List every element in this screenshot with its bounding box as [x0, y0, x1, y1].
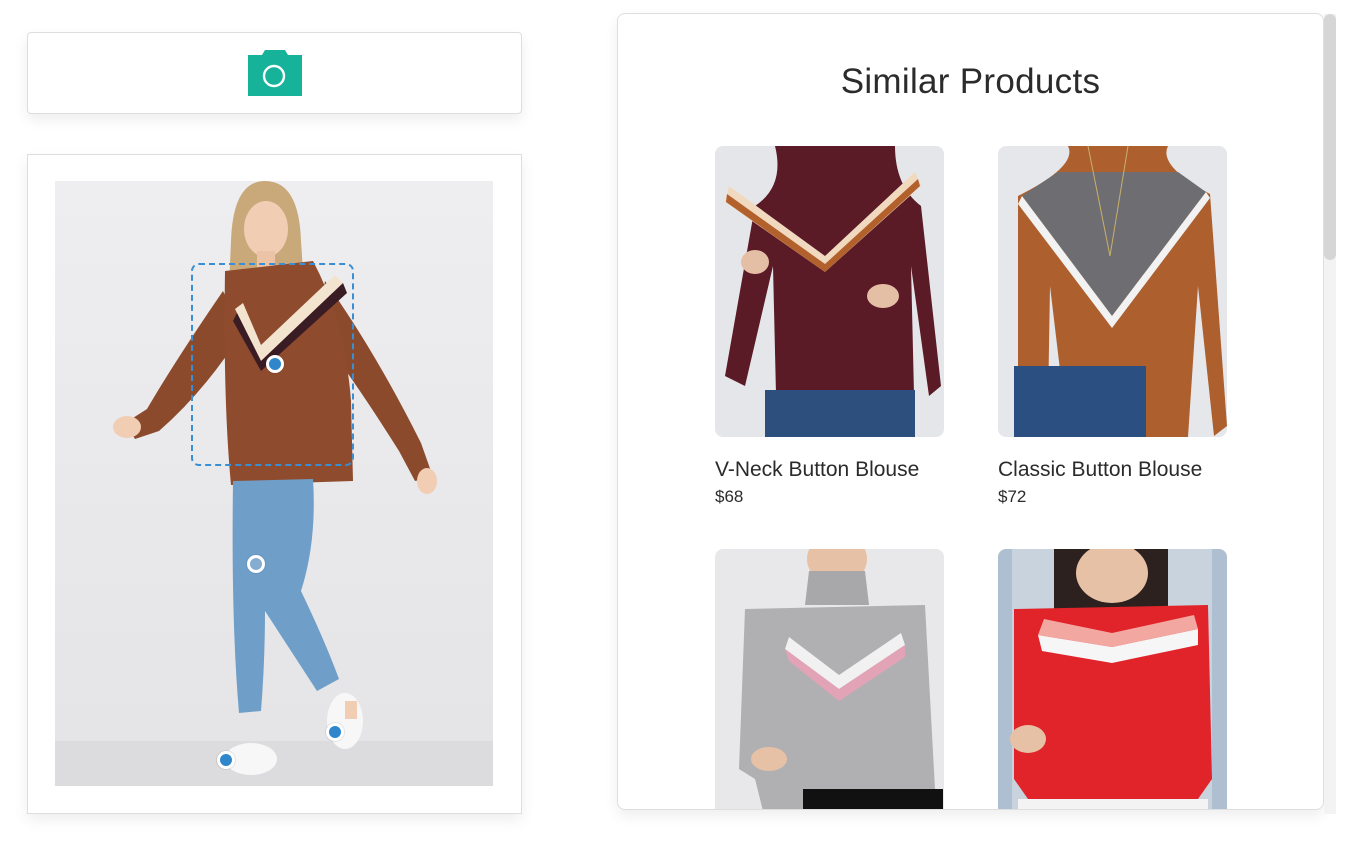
product-image[interactable]	[998, 549, 1227, 809]
top-hotspot[interactable]	[266, 355, 284, 373]
product-card[interactable]	[998, 549, 1227, 809]
product-image[interactable]	[715, 549, 944, 809]
product-name[interactable]: Classic Button Blouse	[998, 458, 1227, 482]
scrollbar[interactable]	[1324, 14, 1336, 814]
jeans-hotspot[interactable]	[247, 555, 265, 573]
product-image[interactable]	[998, 146, 1227, 437]
page-title: Similar Products	[840, 62, 1101, 101]
product-name[interactable]: V-Neck Button Blouse	[715, 458, 944, 482]
photo-card	[27, 154, 522, 814]
scrollbar-thumb[interactable]	[1324, 14, 1336, 260]
upload-card	[27, 32, 522, 114]
product-card[interactable]: Classic Button Blouse $72	[998, 146, 1227, 507]
right-shoe-hotspot[interactable]	[326, 723, 344, 741]
product-card[interactable]: V-Neck Button Blouse $68	[715, 146, 944, 507]
product-price: $72	[998, 487, 1027, 506]
product-image[interactable]	[715, 146, 944, 437]
product-price: $68	[715, 487, 744, 506]
similar-products-panel: Similar Products V-Neck Button Blouse $6…	[617, 13, 1324, 810]
left-shoe-hotspot[interactable]	[217, 751, 235, 769]
camera-icon[interactable]	[247, 50, 302, 96]
product-card[interactable]	[715, 549, 944, 809]
